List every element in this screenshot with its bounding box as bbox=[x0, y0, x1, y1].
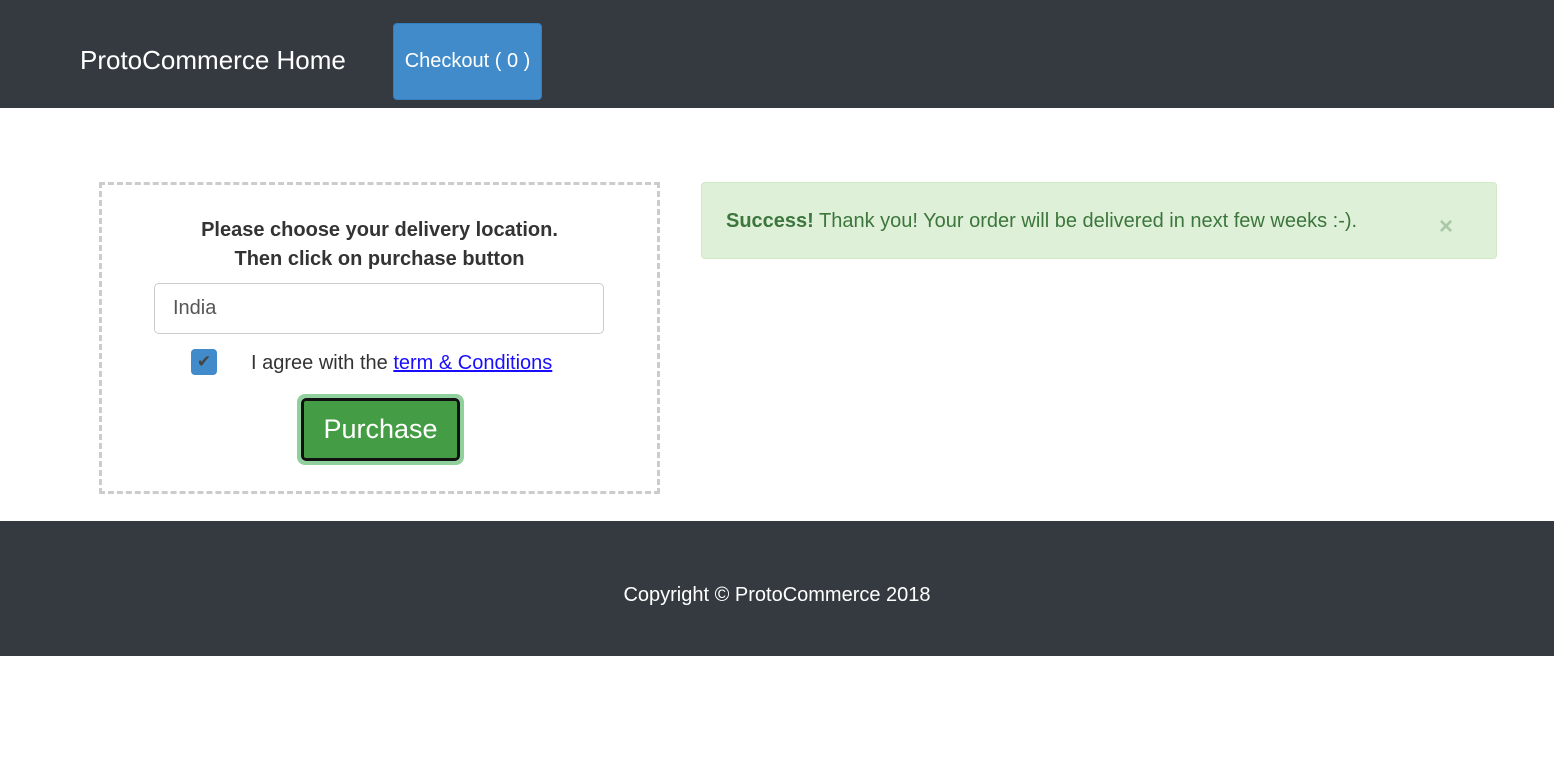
form-heading-line1: Please choose your delivery location. bbox=[201, 219, 558, 241]
close-icon[interactable]: × bbox=[1439, 213, 1453, 241]
alert-message: Thank you! Your order will be delivered … bbox=[813, 210, 1358, 232]
purchase-label: Purchase bbox=[301, 398, 460, 461]
agree-text: I agree with the bbox=[251, 352, 394, 374]
footer: Copyright © ProtoCommerce 2018 bbox=[0, 521, 1554, 656]
delivery-form: Please choose your delivery location. Th… bbox=[99, 182, 660, 494]
terms-link[interactable]: term & Conditions bbox=[393, 352, 552, 374]
checkout-button[interactable]: Checkout ( 0 ) bbox=[393, 23, 542, 100]
terms-checkbox[interactable]: ✔ bbox=[191, 349, 217, 375]
brand-link[interactable]: ProtoCommerce Home bbox=[80, 45, 346, 76]
country-input[interactable] bbox=[154, 283, 604, 334]
purchase-button[interactable]: Purchase bbox=[297, 394, 464, 465]
navbar: ProtoCommerce Home Checkout ( 0 ) bbox=[0, 0, 1554, 108]
form-heading-line2: Then click on purchase button bbox=[234, 248, 525, 270]
success-alert: Success! Thank you! Your order will be d… bbox=[701, 182, 1497, 259]
copyright-text: Copyright © ProtoCommerce 2018 bbox=[623, 584, 931, 606]
check-icon: ✔ bbox=[196, 352, 212, 371]
alert-strong: Success! bbox=[726, 210, 814, 232]
agree-label: I agree with the term & Conditions bbox=[251, 352, 552, 375]
